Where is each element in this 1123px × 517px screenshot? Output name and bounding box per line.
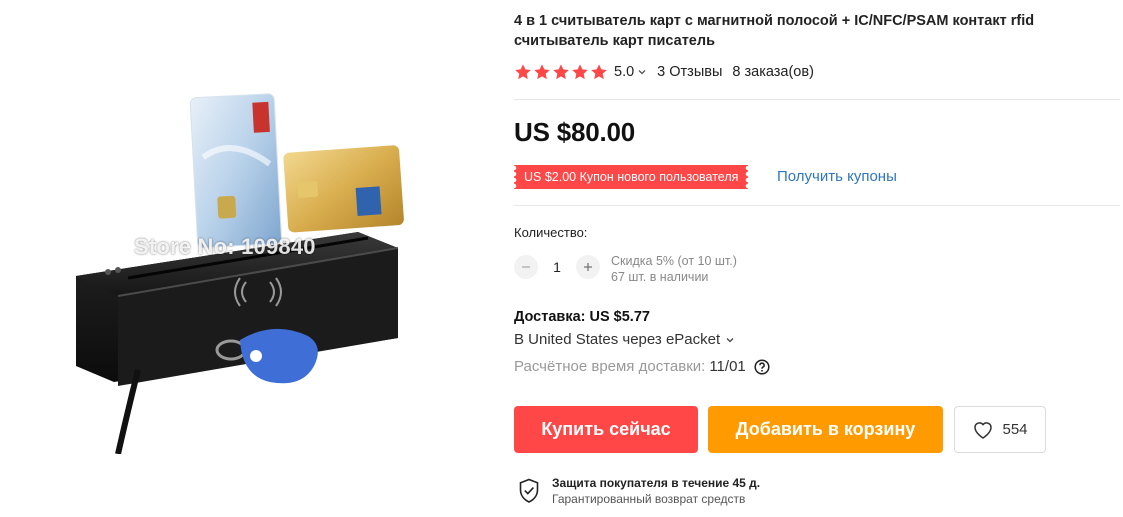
bulk-discount: Скидка 5% (от 10 шт.) bbox=[611, 254, 737, 268]
wishlist-count: 554 bbox=[1002, 421, 1028, 438]
shield-check-icon bbox=[519, 478, 539, 503]
buyer-protection: Защита покупателя в течение 45 д. Гарант… bbox=[518, 475, 760, 507]
protection-subtitle: Гарантированный возврат средств bbox=[552, 492, 746, 506]
delivery-time-label: Расчётное время доставки: bbox=[514, 358, 706, 375]
stock-count: 67 шт. в наличии bbox=[611, 270, 709, 284]
quantity-stepper: 1 bbox=[514, 255, 600, 279]
shipping-method: В United States через ePacket bbox=[514, 331, 721, 348]
star-icon bbox=[515, 64, 531, 80]
product-price: US $80.00 bbox=[514, 117, 636, 147]
star-icon bbox=[572, 64, 588, 80]
add-to-cart-button[interactable]: Добавить в корзину bbox=[708, 406, 943, 453]
delivery-estimate: Расчётное время доставки: 11/01 bbox=[514, 358, 770, 375]
card-reader-photo bbox=[76, 93, 404, 454]
protection-title: Защита покупателя в течение 45 д. bbox=[552, 476, 761, 490]
wishlist-button[interactable]: 554 bbox=[954, 406, 1046, 453]
coupon-badge: US $2.00 Купон нового пользователя bbox=[514, 165, 749, 189]
rating-row: 5.0 3 Отзывы 8 заказа(ов) bbox=[514, 61, 814, 83]
star-icon bbox=[534, 64, 550, 80]
heart-icon bbox=[974, 421, 993, 439]
shipping-cost: Доставка: US $5.77 bbox=[514, 309, 650, 325]
reviews-link[interactable]: 3 Отзывы bbox=[657, 64, 722, 80]
orders-count: 8 заказа(ов) bbox=[732, 64, 814, 80]
quantity-label: Количество: bbox=[514, 225, 588, 240]
delivery-time-value: 11/01 bbox=[709, 358, 746, 375]
minus-icon[interactable] bbox=[514, 255, 538, 279]
rating-value[interactable]: 5.0 bbox=[614, 64, 634, 80]
star-icon bbox=[591, 64, 607, 80]
divider bbox=[514, 99, 1120, 100]
star-icon bbox=[553, 64, 569, 80]
chevron-down-icon[interactable] bbox=[637, 67, 647, 77]
get-coupons-link[interactable]: Получить купоны bbox=[777, 166, 897, 188]
buy-now-button[interactable]: Купить сейчас bbox=[514, 406, 698, 453]
product-title: 4 в 1 считыватель карт с магнитной полос… bbox=[514, 13, 1035, 49]
chevron-down-icon bbox=[726, 337, 734, 342]
product-image[interactable]: Store No: 109840 bbox=[18, 10, 468, 454]
divider bbox=[514, 205, 1120, 206]
quantity-input[interactable]: 1 bbox=[538, 259, 576, 275]
plus-icon[interactable] bbox=[576, 255, 600, 279]
store-watermark: Store No: 109840 bbox=[134, 234, 316, 259]
shipping-method-selector[interactable]: В United States через ePacket bbox=[514, 331, 736, 348]
quantity-info: Скидка 5% (от 10 шт.) 67 шт. в наличии bbox=[611, 253, 737, 285]
rating-stars[interactable] bbox=[514, 63, 608, 81]
question-circle-icon[interactable] bbox=[754, 358, 770, 375]
